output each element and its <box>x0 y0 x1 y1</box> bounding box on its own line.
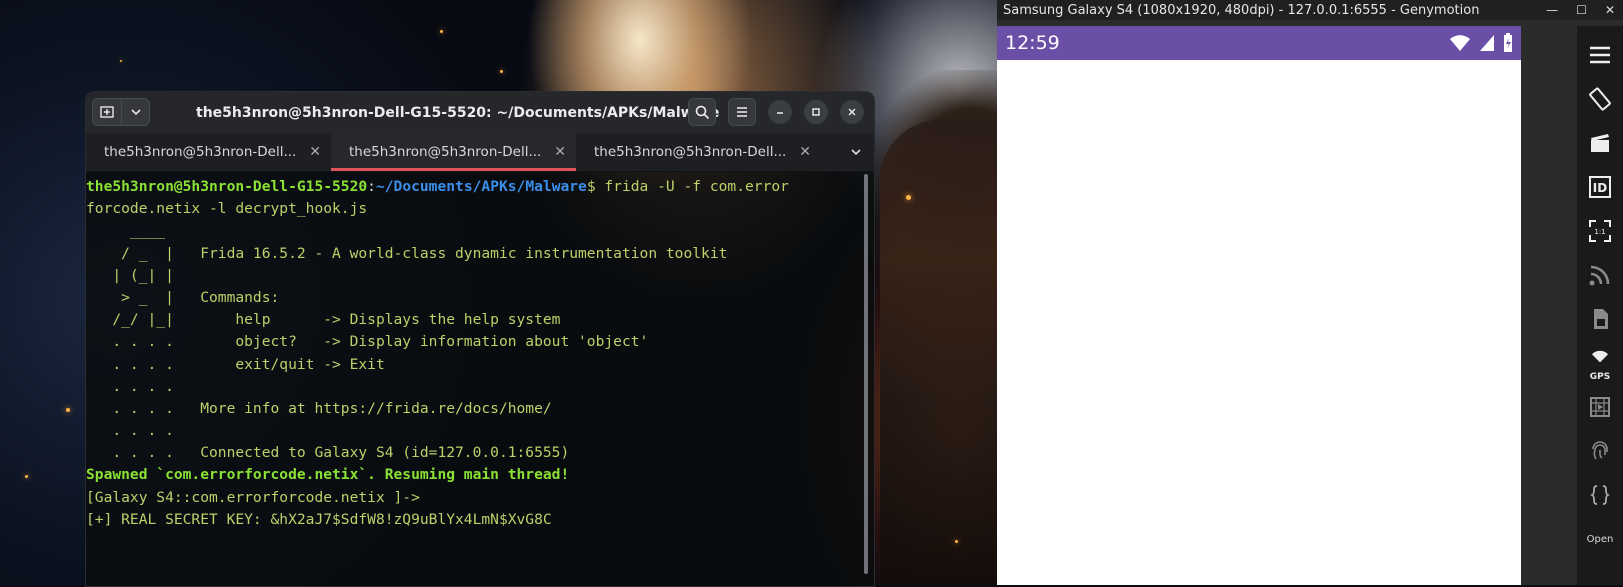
open-gapps-label: Open <box>1586 533 1614 545</box>
banner-line: / _ | Frida 16.5.2 - A world-class dynam… <box>86 244 728 262</box>
banner-line: | (_| | <box>86 266 174 284</box>
secret-key-line: [+] REAL SECRET KEY: &hX2aJ7$SdfW8!zQ9uB… <box>86 510 552 528</box>
terminal-tab[interactable]: the5h3nron@5h3nron-Dell... ✕ <box>86 133 331 171</box>
terminal-output[interactable]: the5h3nron@5h3nron-Dell-G15-5520:~/Docum… <box>86 172 874 531</box>
advanced-button[interactable] <box>1585 480 1615 510</box>
capture-button[interactable] <box>1585 128 1615 158</box>
maximize-icon <box>812 108 820 116</box>
rotate-button[interactable] <box>1585 84 1615 114</box>
rss-icon <box>1589 265 1610 286</box>
network-button[interactable] <box>1585 260 1615 290</box>
command-text: $ frida -U -f com.error <box>586 178 789 195</box>
sim-card-icon <box>1594 309 1608 329</box>
open-gapps-button[interactable]: Open <box>1585 524 1615 554</box>
rotate-icon <box>1589 87 1611 111</box>
genymotion-toolbar: ID 1:1 GPS Open <box>1577 26 1623 585</box>
tab-label: the5h3nron@5h3nron-Dell... <box>594 144 787 160</box>
spawned-line: Spawned `com.errorforcode.netix`. Resumi… <box>86 466 570 484</box>
hamburger-icon <box>737 107 747 117</box>
genymotion-titlebar[interactable]: Samsung Galaxy S4 (1080x1920, 480dpi) - … <box>997 0 1623 20</box>
minimize-icon[interactable]: — <box>1546 3 1558 17</box>
tab-list-button[interactable] <box>850 133 862 171</box>
genymotion-window[interactable]: Samsung Galaxy S4 (1080x1920, 480dpi) - … <box>997 0 1623 585</box>
svg-text:ID: ID <box>1593 181 1607 195</box>
spark <box>500 70 503 73</box>
new-tab-button[interactable] <box>92 98 122 126</box>
prompt-path: ~/Documents/APKs/Malware <box>375 178 587 195</box>
battery-charging-icon <box>1504 33 1512 52</box>
banner-line: ____ <box>86 222 166 240</box>
new-tab-menu-button[interactable] <box>122 98 150 126</box>
terminal-window[interactable]: the5h3nron@5h3nron-Dell-G15-5520: ~/Docu… <box>85 91 875 587</box>
chevron-down-icon <box>851 149 861 156</box>
terminal-tab[interactable]: the5h3nron@5h3nron-Dell... ✕ <box>576 133 821 171</box>
search-button[interactable] <box>688 98 716 126</box>
maximize-button[interactable] <box>804 100 828 124</box>
spark <box>66 408 70 412</box>
minimize-icon <box>777 112 783 114</box>
minimize-button[interactable] <box>768 100 792 124</box>
close-button[interactable] <box>840 100 864 124</box>
gps-button[interactable]: GPS <box>1585 348 1615 381</box>
terminal-tab-active[interactable]: the5h3nron@5h3nron-Dell... ✕ <box>331 133 576 171</box>
device-id-button[interactable]: ID <box>1585 172 1615 202</box>
signal-icon <box>1480 35 1494 51</box>
banner-line: . . . . <box>86 377 174 395</box>
capture-icon <box>1590 397 1610 417</box>
tab-close-icon[interactable]: ✕ <box>554 144 566 160</box>
spark <box>955 540 958 543</box>
fingerprint-icon <box>1592 441 1608 460</box>
spark <box>440 30 443 33</box>
id-icon: ID <box>1589 176 1611 198</box>
android-statusbar: 12:59 <box>997 26 1521 60</box>
banner-line: /_/ |_| help -> Displays the help system <box>86 311 561 329</box>
banner-line: . . . . exit/quit -> Exit <box>86 355 385 373</box>
tab-close-icon[interactable]: ✕ <box>309 144 321 160</box>
pixel-perfect-icon: 1:1 <box>1589 220 1611 242</box>
new-tab-group[interactable] <box>92 98 150 126</box>
menu-icon <box>1590 46 1610 64</box>
braces-icon <box>1589 485 1611 505</box>
search-icon <box>695 105 709 119</box>
repl-prompt: [Galaxy S4::com.errorforcode.netix ]-> <box>86 488 420 506</box>
pixel-perfect-button[interactable]: 1:1 <box>1585 216 1615 246</box>
genymotion-title: Samsung Galaxy S4 (1080x1920, 480dpi) - … <box>1003 2 1480 18</box>
spark <box>25 475 28 478</box>
command-continuation: forcode.netix -l decrypt_hook.js <box>86 200 368 218</box>
pixel-perfect-label: 1:1 <box>1594 228 1605 236</box>
terminal-headerbar[interactable]: the5h3nron@5h3nron-Dell-G15-5520: ~/Docu… <box>86 92 874 133</box>
chevron-down-icon <box>130 109 141 116</box>
media-capture-button[interactable] <box>1585 392 1615 422</box>
device-screen[interactable]: 12:59 <box>997 26 1521 585</box>
close-icon <box>848 108 856 116</box>
terminal-scrollbar[interactable] <box>864 174 868 574</box>
banner-line: . . . . <box>86 422 174 440</box>
maximize-icon[interactable]: ☐ <box>1576 3 1587 17</box>
banner-line: . . . . object? -> Display information a… <box>86 333 649 351</box>
tab-label: the5h3nron@5h3nron-Dell... <box>104 144 297 160</box>
gps-label: GPS <box>1589 371 1611 382</box>
biometrics-button[interactable] <box>1585 436 1615 466</box>
menu-button[interactable] <box>1585 40 1615 70</box>
close-icon[interactable]: ✕ <box>1605 3 1615 17</box>
status-time: 12:59 <box>1005 32 1060 54</box>
window-title: the5h3nron@5h3nron-Dell-G15-5520: ~/Docu… <box>196 104 720 121</box>
prompt-user: the5h3nron@5h3nron-Dell-G15-5520 <box>86 178 368 195</box>
wifi-icon <box>1450 35 1470 51</box>
tab-close-icon[interactable]: ✕ <box>799 144 811 160</box>
new-tab-icon <box>100 106 114 118</box>
banner-line: . . . . Connected to Galaxy S4 (id=127.0… <box>86 444 570 462</box>
spark <box>906 195 911 200</box>
menu-button[interactable] <box>728 98 756 126</box>
spark <box>120 60 122 62</box>
banner-line: . . . . More info at https://frida.re/do… <box>86 399 552 417</box>
tab-bar: the5h3nron@5h3nron-Dell... ✕ the5h3nron@… <box>86 133 874 172</box>
gps-icon <box>1592 350 1608 362</box>
tab-label: the5h3nron@5h3nron-Dell... <box>349 144 542 160</box>
sim-button[interactable] <box>1585 304 1615 334</box>
banner-line: > _ | Commands: <box>86 288 280 306</box>
command-line: the5h3nron@5h3nron-Dell-G15-5520:~/Docum… <box>86 178 789 195</box>
clapperboard-icon <box>1591 134 1609 152</box>
